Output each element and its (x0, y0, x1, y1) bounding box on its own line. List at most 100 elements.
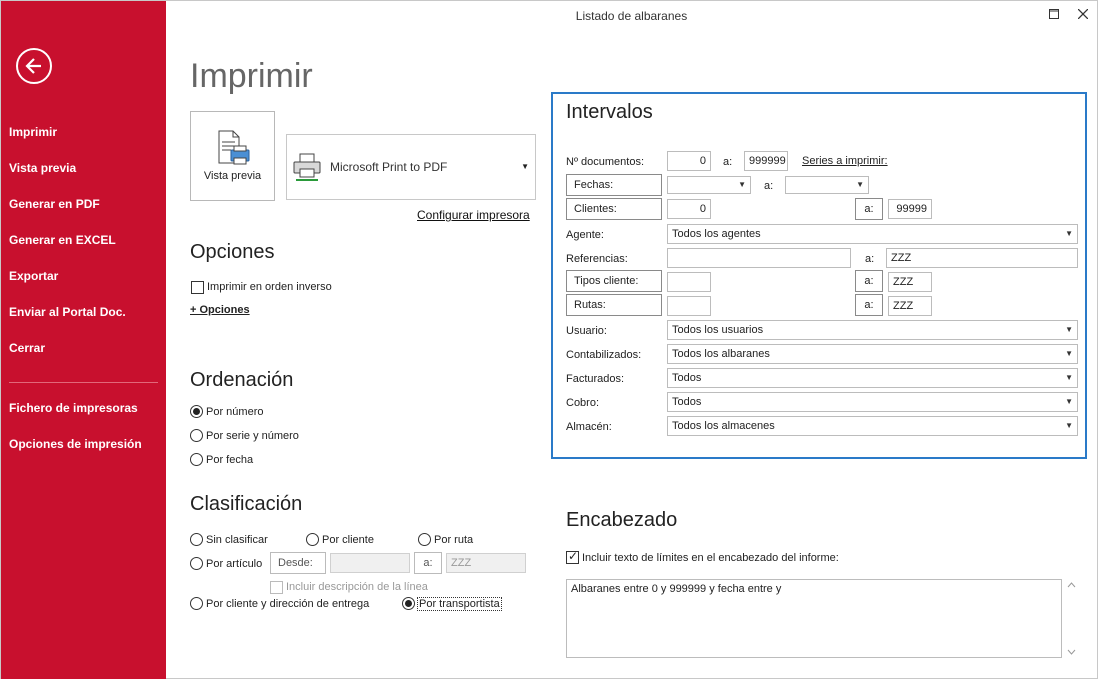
printer-icon (293, 153, 321, 181)
radio-por-serie-numero-label: Por serie y número (206, 430, 299, 442)
rutas-a-button[interactable]: a: (855, 294, 883, 316)
a-button[interactable]: a: (414, 552, 442, 574)
sidebar-item-generar-excel[interactable]: Generar en EXCEL (9, 233, 116, 247)
rutas-button[interactable]: Rutas: (566, 294, 662, 316)
series-link[interactable]: Series a imprimir: (802, 155, 888, 167)
radio-por-serie-numero[interactable] (190, 429, 203, 442)
chevron-down-icon: ▼ (738, 180, 746, 189)
rutas-from-field[interactable] (667, 296, 711, 316)
clientes-to-field[interactable]: 99999 (888, 199, 932, 219)
printer-name: Microsoft Print to PDF (330, 160, 448, 174)
almacen-select[interactable]: Todos los almacenes ▼ (667, 416, 1078, 436)
sidebar-item-fichero-impresoras[interactable]: Fichero de impresoras (9, 401, 138, 415)
agente-select[interactable]: Todos los agentes ▼ (667, 224, 1078, 244)
desde-field[interactable] (330, 553, 410, 573)
radio-por-ruta[interactable] (418, 533, 431, 546)
chevron-down-icon: ▼ (856, 180, 864, 189)
radio-por-numero-label: Por número (206, 406, 264, 418)
contabilizados-label: Contabilizados: (566, 349, 642, 361)
radio-por-fecha-label: Por fecha (206, 454, 254, 466)
clientes-button[interactable]: Clientes: (566, 198, 662, 220)
chevron-down-icon: ▼ (1065, 229, 1073, 238)
fechas-to-select[interactable]: ▼ (785, 176, 869, 194)
sidebar-item-cerrar[interactable]: Cerrar (9, 341, 45, 355)
radio-por-transportista-label: Por transportista (417, 597, 502, 611)
sidebar-item-opciones-impresion[interactable]: Opciones de impresión (9, 437, 142, 451)
usuario-select[interactable]: Todos los usuarios ▼ (667, 320, 1078, 340)
facturados-value: Todos (672, 372, 702, 384)
include-limits-label: Incluir texto de límites en el encabezad… (582, 552, 839, 564)
ordenacion-heading: Ordenación (190, 369, 294, 391)
close-icon[interactable] (1072, 6, 1094, 24)
radio-por-ruta-label: Por ruta (434, 534, 474, 546)
facturados-label: Facturados: (566, 373, 625, 385)
radio-por-cliente-direccion[interactable] (190, 597, 203, 610)
encabezado-heading: Encabezado (566, 509, 678, 531)
chevron-down-icon: ▼ (1065, 397, 1073, 406)
intervalos-heading: Intervalos (566, 101, 653, 123)
num-docs-from-field[interactable]: 0 (667, 151, 711, 171)
radio-por-cliente-direccion-label: Por cliente y dirección de entrega (206, 598, 370, 610)
configure-printer-link[interactable]: Configurar impresora (417, 208, 530, 222)
usuario-label: Usuario: (566, 325, 607, 337)
sidebar-item-exportar[interactable]: Exportar (9, 269, 58, 283)
page-title: Imprimir (190, 57, 313, 95)
fechas-button[interactable]: Fechas: (566, 174, 662, 196)
clientes-a-button[interactable]: a: (855, 198, 883, 220)
sidebar-item-vista-previa[interactable]: Vista previa (9, 161, 76, 175)
back-arrow-icon[interactable] (16, 48, 52, 84)
radio-sin-clasificar-label: Sin clasificar (206, 534, 268, 546)
num-docs-label: Nº documentos: (566, 156, 644, 168)
tipos-to-field[interactable]: ZZZ (888, 272, 932, 292)
radio-por-fecha[interactable] (190, 453, 203, 466)
opciones-heading: Opciones (190, 241, 275, 263)
chevron-down-icon: ▼ (1065, 421, 1073, 430)
fechas-from-select[interactable]: ▼ (667, 176, 751, 194)
reverse-order-label: Imprimir en orden inverso (207, 281, 332, 293)
radio-por-numero[interactable] (190, 405, 203, 418)
include-limits-checkbox[interactable]: ✓ (566, 549, 579, 564)
clientes-from-field[interactable]: 0 (667, 199, 711, 219)
rutas-to-field[interactable]: ZZZ (888, 296, 932, 316)
num-docs-to-field[interactable]: 999999 (744, 151, 788, 171)
desde-button[interactable]: Desde: (270, 552, 326, 574)
sidebar-item-generar-pdf[interactable]: Generar en PDF (9, 197, 100, 211)
reverse-order-checkbox[interactable] (191, 281, 204, 294)
sidebar-item-enviar-portal[interactable]: Enviar al Portal Doc. (9, 305, 126, 319)
contabilizados-select[interactable]: Todos los albaranes ▼ (667, 344, 1078, 364)
preview-button[interactable]: Vista previa (190, 111, 275, 201)
incluir-descripcion-checkbox[interactable] (270, 581, 283, 594)
num-docs-a-label: a: (723, 156, 733, 168)
radio-por-transportista[interactable] (402, 597, 415, 610)
tipos-cliente-button[interactable]: Tipos cliente: (566, 270, 662, 292)
sidebar-divider (9, 382, 158, 383)
radio-sin-clasificar[interactable] (190, 533, 203, 546)
checkmark-icon: ✓ (568, 549, 579, 563)
header-text-area[interactable]: Albaranes entre 0 y 999999 y fecha entre… (566, 579, 1062, 658)
header-text-scrollbar[interactable] (1064, 579, 1079, 658)
facturados-select[interactable]: Todos ▼ (667, 368, 1078, 388)
usuario-value: Todos los usuarios (672, 324, 764, 336)
contabilizados-value: Todos los albaranes (672, 348, 770, 360)
cobro-select[interactable]: Todos ▼ (667, 392, 1078, 412)
tipos-from-field[interactable] (667, 272, 711, 292)
more-options-link[interactable]: + Opciones (190, 304, 250, 316)
almacen-value: Todos los almacenes (672, 420, 775, 432)
radio-por-cliente-label: Por cliente (322, 534, 374, 546)
referencias-a-label: a: (865, 253, 875, 265)
referencias-label: Referencias: (566, 253, 628, 265)
radio-por-articulo[interactable] (190, 557, 203, 570)
sidebar-item-imprimir[interactable]: Imprimir (9, 125, 57, 139)
radio-por-articulo-label: Por artículo (206, 558, 263, 570)
printer-select[interactable]: Microsoft Print to PDF ▼ (286, 134, 536, 200)
tipos-a-button[interactable]: a: (855, 270, 883, 292)
referencias-from-field[interactable] (667, 248, 851, 268)
radio-por-cliente[interactable] (306, 533, 319, 546)
referencias-to-field[interactable]: ZZZ (886, 248, 1078, 268)
maximize-icon[interactable] (1043, 6, 1065, 24)
chevron-down-icon: ▼ (1065, 373, 1073, 382)
chevron-down-icon: ▼ (1065, 349, 1073, 358)
agente-value: Todos los agentes (672, 228, 761, 240)
hasta-field[interactable]: ZZZ (446, 553, 526, 573)
chevron-down-icon: ▼ (1065, 325, 1073, 334)
